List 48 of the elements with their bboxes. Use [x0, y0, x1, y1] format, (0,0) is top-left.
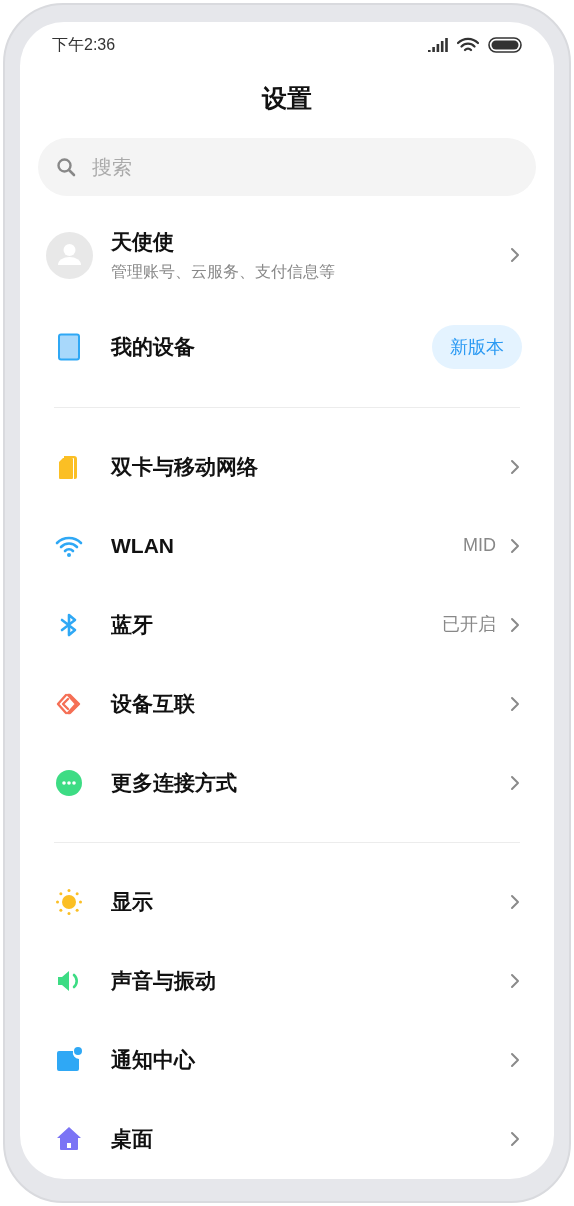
- settings-row[interactable]: 显示: [20, 862, 554, 941]
- settings-row[interactable]: 设备互联: [20, 664, 554, 743]
- settings-row[interactable]: 蓝牙 已开启: [20, 585, 554, 664]
- signal-icon: [428, 38, 449, 52]
- settings-row[interactable]: 声音与振动: [20, 941, 554, 1020]
- row-label: 通知中心: [111, 1046, 195, 1073]
- row-label: 我的设备: [111, 334, 195, 361]
- sun-icon: [55, 887, 83, 916]
- row-label: 更多连接方式: [111, 769, 237, 796]
- account-name: 天使使: [111, 229, 175, 256]
- settings-row[interactable]: 通知中心: [20, 1020, 554, 1099]
- device-row[interactable]: 我的设备 新版本: [20, 307, 554, 387]
- search-field[interactable]: 搜索: [38, 138, 536, 196]
- row-label: 显示: [111, 888, 153, 915]
- settings-row[interactable]: WLAN MID: [20, 506, 554, 585]
- house-icon: [55, 1124, 83, 1153]
- row-value: MID: [463, 534, 496, 557]
- chevron-right-icon: [510, 247, 520, 263]
- row-label: 桌面: [111, 1125, 153, 1152]
- row-value: 已开启: [442, 613, 496, 636]
- settings-row[interactable]: 桌面: [20, 1099, 554, 1178]
- account-subtitle: 管理账号、云服务、支付信息等: [111, 261, 335, 282]
- row-label: 声音与振动: [111, 967, 216, 994]
- chevron-right-icon: [510, 774, 520, 791]
- page-title: 设置: [262, 83, 312, 115]
- chevron-right-icon: [510, 537, 520, 554]
- wifi-icon: [457, 37, 479, 53]
- new-version-badge: 新版本: [432, 325, 522, 369]
- search-icon: [56, 157, 76, 177]
- row-label: 双卡与移动网络: [111, 453, 258, 480]
- settings-row[interactable]: 双卡与移动网络: [20, 427, 554, 506]
- settings-row[interactable]: 更多连接方式: [20, 743, 554, 822]
- chevron-right-icon: [510, 616, 520, 633]
- battery-icon: [488, 37, 522, 53]
- chevron-right-icon: [510, 972, 520, 989]
- notification-icon: [55, 1045, 83, 1074]
- tablet-icon: [55, 333, 83, 361]
- account-row[interactable]: 天使使 管理账号、云服务、支付信息等: [20, 215, 554, 295]
- chevron-right-icon: [510, 1051, 520, 1068]
- chevron-right-icon: [510, 1130, 520, 1147]
- row-label: 蓝牙: [111, 611, 153, 638]
- chevron-right-icon: [510, 458, 520, 475]
- chevron-right-icon: [510, 893, 520, 910]
- row-label: WLAN: [111, 532, 174, 559]
- chevron-right-icon: [510, 695, 520, 712]
- row-label: 设备互联: [111, 690, 195, 717]
- more-dots-icon: [55, 768, 83, 797]
- status-time: 下午2:36: [52, 35, 116, 55]
